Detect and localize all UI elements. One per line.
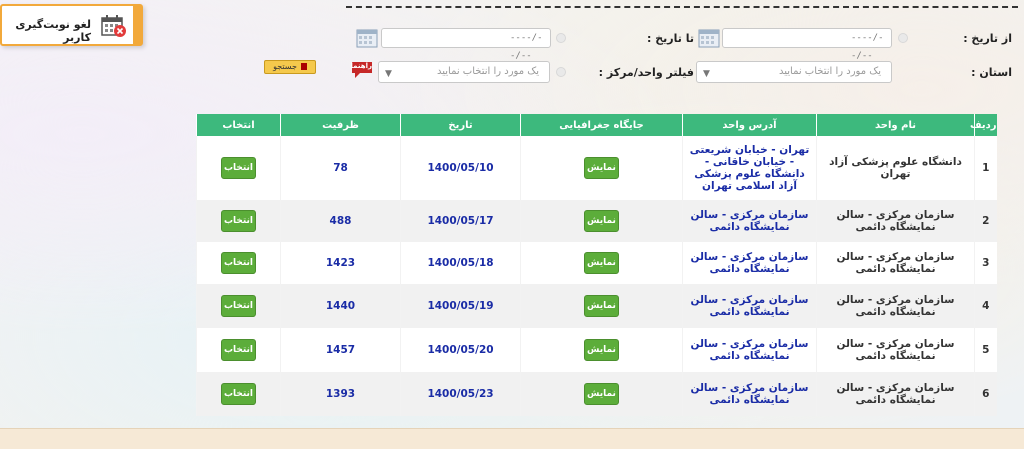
to-date-label: تا تاریخ : [647,32,694,45]
show-location-button[interactable]: نمایش [584,252,619,274]
unit-filter-radio[interactable] [556,67,566,77]
unit-name-cell: سازمان مرکزی - سالن نمایشگاه دائمی [816,372,975,416]
select-row-button[interactable]: انتخاب [220,383,257,405]
address-cell: سازمان مرکزی - سالن نمایشگاه دائمی [682,284,817,328]
row-number-cell: 2 [974,200,997,242]
table-row: 5 سازمان مرکزی - سالن نمایشگاه دائمی سازما… [196,328,997,372]
address-cell: سازمان مرکزی - سالن نمایشگاه دائمی [682,200,817,242]
from-date-radio[interactable] [898,33,908,43]
address-cell: سازمان مرکزی - سالن نمایشگاه دائمی [682,328,817,372]
cancel-reservation-label: لغو نوبت‌گیری کاربر [15,18,91,44]
table-row: 2 سازمان مرکزی - سالن نمایشگاه دائمی سازما… [196,200,997,242]
column-header-unit-name: نام واحد [816,114,975,136]
from-date-calendar-icon[interactable] [698,28,720,48]
column-header-select: انتخاب [196,114,281,136]
bottom-status-bar [0,428,1024,449]
to-date-input[interactable]: ----/--/-- [381,28,551,61]
show-location-button[interactable]: نمایش [584,210,619,232]
unit-name-cell: سازمان مرکزی - سالن نمایشگاه دائمی [816,242,975,284]
table-row: 4 سازمان مرکزی - سالن نمایشگاه دائمی سازما… [196,284,997,328]
show-location-button[interactable]: نمایش [584,295,619,317]
select-cell: انتخاب [196,136,281,200]
province-select[interactable]: یک مورد را انتخاب نمایید ▼ [696,61,892,83]
calendar-cancel-icon [101,15,126,37]
from-date-label: از تاریخ : [963,32,1012,45]
select-cell: انتخاب [196,284,281,328]
location-cell: نمایش [520,284,683,328]
address-cell: سازمان مرکزی - سالن نمایشگاه دائمی [682,372,817,416]
row-number-cell: 4 [974,284,997,328]
search-icon [300,63,307,70]
location-cell: نمایش [520,372,683,416]
date-cell: 1400/05/18 [400,242,521,284]
row-number-cell: 5 [974,328,997,372]
select-row-button[interactable]: انتخاب [220,295,257,317]
unit-filter-select-value: یک مورد را انتخاب نمایید [436,66,539,77]
search-label: جستجو [273,62,297,71]
row-number-cell: 3 [974,242,997,284]
date-cell: 1400/05/10 [400,136,521,200]
unit-name-cell: سازمان مرکزی - سالن نمایشگاه دائمی [816,200,975,242]
to-date-radio[interactable] [556,33,566,43]
table-row: 1 دانشگاه علوم پزشکی آزاد تهران تهران - خی… [196,136,997,200]
select-cell: انتخاب [196,242,281,284]
province-label: استان : [971,66,1012,79]
cancel-accent-bar [133,6,141,44]
capacity-cell: 1393 [280,372,401,416]
select-row-button[interactable]: انتخاب [220,210,257,232]
location-cell: نمایش [520,242,683,284]
show-location-button[interactable]: نمایش [584,339,619,361]
to-date-calendar-icon[interactable] [356,28,378,48]
unit-filter-label: فیلتر واحد/مرکز : [598,66,694,79]
unit-name-cell: سازمان مرکزی - سالن نمایشگاه دائمی [816,284,975,328]
column-header-row-number: ردیف [970,114,997,136]
capacity-cell: 78 [280,136,401,200]
search-button[interactable]: جستجو [264,60,316,74]
column-header-address: آدرس واحد [682,114,817,136]
date-cell: 1400/05/17 [400,200,521,242]
help-button[interactable]: راهنما [350,60,374,80]
row-number-cell: 1 [974,136,997,200]
capacity-cell: 488 [280,200,401,242]
chevron-down-icon: ▼ [385,69,392,79]
table-header-row: ردیف نام واحد آدرس واحد جایگاه جغرافیایی… [196,114,997,136]
province-select-value: یک مورد را انتخاب نمایید [778,66,881,77]
location-cell: نمایش [520,200,683,242]
select-row-button[interactable]: انتخاب [220,252,257,274]
show-location-button[interactable]: نمایش [584,383,619,405]
table-row: 3 سازمان مرکزی - سالن نمایشگاه دائمی سازما… [196,242,997,284]
table-row: 6 سازمان مرکزی - سالن نمایشگاه دائمی سازما… [196,372,997,416]
from-date-input[interactable]: ----/--/-- [722,28,892,61]
date-cell: 1400/05/20 [400,328,521,372]
unit-filter-select[interactable]: یک مورد را انتخاب نمایید ▼ [378,61,550,83]
cancel-reservation-button[interactable]: لغو نوبت‌گیری کاربر [0,4,143,46]
location-cell: نمایش [520,136,683,200]
column-header-location: جایگاه جغرافیایی [520,114,683,136]
help-label: راهنما [350,62,372,70]
address-cell: سازمان مرکزی - سالن نمایشگاه دائمی [682,242,817,284]
column-header-date: تاریخ [400,114,521,136]
capacity-cell: 1440 [280,284,401,328]
location-cell: نمایش [520,328,683,372]
row-number-cell: 6 [974,372,997,416]
address-cell: تهران - خیابان شریعتی - خیابان خاقانی - … [682,136,817,200]
capacity-cell: 1423 [280,242,401,284]
chevron-down-icon: ▼ [703,69,710,79]
show-location-button[interactable]: نمایش [584,157,619,179]
unit-name-cell: سازمان مرکزی - سالن نمایشگاه دائمی [816,328,975,372]
unit-name-cell: دانشگاه علوم پزشکی آزاد تهران [816,136,975,200]
select-row-button[interactable]: انتخاب [220,157,257,179]
date-cell: 1400/05/19 [400,284,521,328]
reservation-table: ردیف نام واحد آدرس واحد جایگاه جغرافیایی… [196,114,997,416]
column-header-capacity: ظرفیت [280,114,401,136]
capacity-cell: 1457 [280,328,401,372]
date-cell: 1400/05/23 [400,372,521,416]
select-cell: انتخاب [196,372,281,416]
select-cell: انتخاب [196,328,281,372]
select-cell: انتخاب [196,200,281,242]
select-row-button[interactable]: انتخاب [220,339,257,361]
top-dashed-divider [346,6,1018,8]
